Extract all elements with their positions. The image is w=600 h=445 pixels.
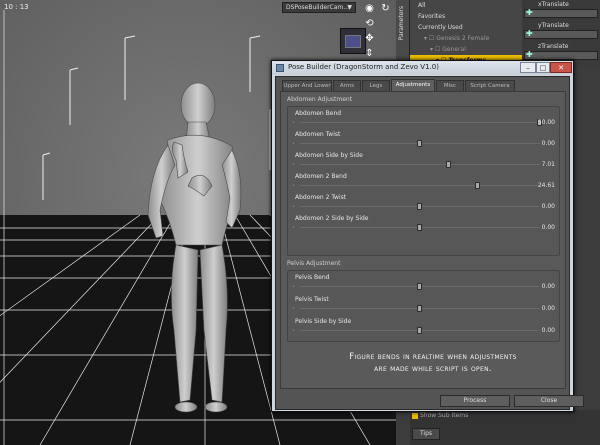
app-icon — [276, 64, 284, 72]
slider-value[interactable]: 7.01 — [542, 161, 555, 168]
pelvis-group-title: Pelvis Adjustment — [287, 260, 341, 267]
tree-item-favorites[interactable]: Favorites — [410, 11, 522, 22]
slider-min-dot: • — [292, 225, 295, 231]
gear-icon[interactable]: ✚ — [526, 8, 533, 17]
realtime-note: Figure bends in realtime when adjustment… — [349, 352, 517, 374]
abdomen-side-by-side-slider[interactable]: Abdomen Side by Side • 7.01 — [288, 152, 559, 172]
slider-min-dot: • — [292, 306, 295, 312]
slider-value[interactable]: 24.61 — [538, 182, 555, 189]
slider-value[interactable]: 0.00 — [542, 140, 555, 147]
slider-thumb[interactable] — [417, 224, 422, 231]
slider-min-dot: • — [292, 328, 295, 334]
pelvis-twist-slider[interactable]: Pelvis Twist • 0.00 — [288, 296, 559, 316]
camera-dropdown-value: DSPoseBuilderCam... — [286, 4, 349, 11]
y-translate-slider[interactable]: ✚ — [524, 29, 598, 39]
slider-thumb[interactable] — [417, 203, 422, 210]
close-window-button[interactable]: ✕ — [550, 62, 572, 73]
camera-spin-icon[interactable]: ⟲ — [364, 18, 375, 29]
abdomen-group-title: Abdomen Adjustment — [287, 96, 353, 103]
parameter-tree: All Favorites Currently Used ▾ ☐ Genesis… — [410, 0, 522, 66]
x-translate-slider[interactable]: ✚ — [524, 8, 598, 18]
viewport-frame-label: 10 : 13 — [4, 3, 29, 11]
slider-value[interactable]: 0.00 — [542, 283, 555, 290]
slider-min-dot: • — [292, 141, 295, 147]
tab-adjustments[interactable]: Adjustments — [391, 79, 435, 91]
panel-bottom-strip: Show Sub Items Tips — [410, 410, 600, 445]
pelvis-bend-slider[interactable]: Pelvis Bend • 0.00 — [288, 274, 559, 294]
tree-item-currently-used[interactable]: Currently Used — [410, 22, 522, 33]
slider-value[interactable]: 0.00 — [542, 203, 555, 210]
pelvis-side-by-side-slider[interactable]: Pelvis Side by Side • 0.00 — [288, 318, 559, 338]
slider-thumb[interactable] — [445, 161, 451, 168]
slider-track[interactable] — [300, 185, 540, 186]
restore-button[interactable]: □ — [536, 62, 550, 73]
camera-orbit-icon[interactable]: ◉ — [364, 3, 375, 14]
abdomen-twist-slider[interactable]: Abdomen Twist • 0.00 — [288, 131, 559, 151]
slider-value[interactable]: 0.00 — [542, 224, 555, 231]
slider-track[interactable] — [300, 164, 540, 165]
abdomen-bend-slider[interactable]: Abdomen Bend • 50.00 — [288, 110, 559, 130]
x-translate-param: xTranslate ✚ — [522, 0, 600, 21]
z-translate-slider[interactable]: ✚ — [524, 50, 598, 60]
camera-rotate-icon[interactable]: ↻ — [380, 3, 391, 14]
slider-value[interactable]: 0.00 — [542, 327, 555, 334]
abdomen-2-side-by-side-slider[interactable]: Abdomen 2 Side by Side • 0.00 — [288, 215, 559, 235]
slider-min-dot: • — [292, 162, 295, 168]
gear-icon[interactable]: ✚ — [526, 29, 533, 38]
chevron-down-icon: ▼ — [347, 4, 352, 11]
y-translate-param: yTranslate ✚ — [522, 21, 600, 42]
process-button[interactable]: Process — [440, 395, 510, 407]
pose-builder-dialog: Pose Builder (DragonStorm and Zevo V1.0)… — [271, 60, 584, 412]
camera-dropdown[interactable]: DSPoseBuilderCam... ▼ — [282, 2, 356, 13]
tab-upper-and-lower[interactable]: Upper And Lower — [282, 80, 332, 91]
tree-item-all[interactable]: All — [410, 0, 522, 11]
translate-parameters: xTranslate ✚ yTranslate ✚ zTranslate ✚ — [522, 0, 600, 66]
slider-track[interactable] — [300, 122, 540, 123]
slider-value[interactable]: 0.00 — [542, 305, 555, 312]
camera-pan-icon[interactable]: ✥ — [364, 33, 375, 44]
slider-thumb[interactable] — [474, 182, 480, 189]
pelvis-group: Pelvis Bend • 0.00 Pelvis Twist • 0.00 P… — [287, 270, 560, 342]
abdomen-group: Abdomen Bend • 50.00 Abdomen Twist • 0.0… — [287, 106, 560, 256]
slider-thumb[interactable] — [417, 140, 422, 147]
tree-item-general[interactable]: ▾ ☐ General — [410, 44, 522, 55]
slider-thumb[interactable] — [417, 283, 422, 290]
dialog-body: Upper And Lower Arms Legs Adjustments Mi… — [275, 76, 584, 410]
checkbox-icon — [412, 413, 418, 419]
slider-value[interactable]: 50.00 — [538, 119, 555, 126]
slider-min-dot: • — [292, 284, 295, 290]
tab-misc[interactable]: Misc — [436, 80, 464, 91]
gear-icon[interactable]: ✚ — [526, 50, 533, 59]
minimize-button[interactable]: – — [520, 62, 536, 73]
tree-item-figure[interactable]: ▾ ☐ Genesis 2 Female — [410, 33, 522, 44]
tab-script-camera[interactable]: Script Camera — [465, 80, 515, 91]
abdomen-2-twist-slider[interactable]: Abdomen 2 Twist • 0.00 — [288, 194, 559, 214]
slider-min-dot: • — [292, 120, 295, 126]
tips-tab[interactable]: Tips — [412, 428, 440, 440]
tab-bar: Upper And Lower Arms Legs Adjustments Mi… — [282, 79, 567, 91]
nav-cube-face — [345, 35, 361, 48]
slider-thumb[interactable] — [417, 305, 422, 312]
slider-thumb[interactable] — [417, 327, 422, 334]
close-button[interactable]: Close — [514, 395, 584, 407]
show-sub-items-checkbox[interactable]: Show Sub Items — [410, 412, 468, 419]
adjustments-tab-content: Abdomen Adjustment Abdomen Bend • 50.00 … — [280, 91, 566, 389]
abdomen-2-bend-slider[interactable]: Abdomen 2 Bend • 24.61 — [288, 173, 559, 193]
tab-legs[interactable]: Legs — [362, 80, 390, 91]
slider-min-dot: • — [292, 183, 295, 189]
dialog-title: Pose Builder (DragonStorm and Zevo V1.0) — [288, 63, 439, 71]
dialog-titlebar[interactable]: Pose Builder (DragonStorm and Zevo V1.0)… — [272, 61, 573, 75]
tab-arms[interactable]: Arms — [333, 80, 361, 91]
slider-min-dot: • — [292, 204, 295, 210]
camera-dolly-icon[interactable]: ⇕ — [364, 48, 375, 59]
